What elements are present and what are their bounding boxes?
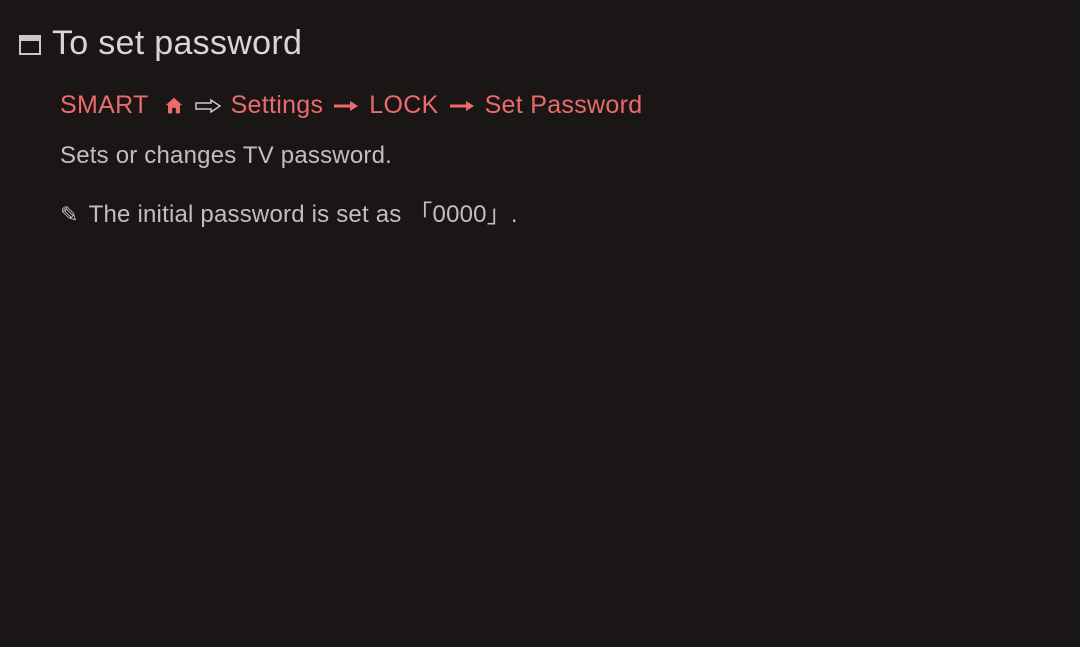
breadcrumb-settings: Settings bbox=[231, 91, 324, 120]
breadcrumb: SMART Settings LOCK bbox=[60, 91, 1060, 120]
breadcrumb-lock: LOCK bbox=[369, 91, 438, 120]
open-bracket: 「 bbox=[408, 201, 432, 228]
heading-row: To set password bbox=[20, 24, 1060, 63]
note-icon: ✎ bbox=[60, 204, 79, 226]
arrow-icon bbox=[449, 99, 475, 113]
page-container: To set password SMART Settings bbox=[0, 0, 1080, 253]
note-prefix: The initial password is set as bbox=[89, 201, 409, 228]
content-area: SMART Settings LOCK bbox=[20, 91, 1060, 229]
breadcrumb-smart: SMART bbox=[60, 91, 149, 120]
arrow-icon bbox=[195, 98, 221, 114]
note-text: The initial password is set as 「0000」. bbox=[89, 194, 518, 229]
section-bullet-icon bbox=[18, 33, 42, 57]
note-row: ✎ The initial password is set as 「0000」. bbox=[60, 194, 1060, 229]
arrow-icon bbox=[333, 99, 359, 113]
page-title: To set password bbox=[52, 24, 302, 63]
note-value: 0000 bbox=[433, 201, 487, 228]
description-text: Sets or changes TV password. bbox=[60, 142, 1060, 170]
home-icon bbox=[163, 95, 185, 117]
breadcrumb-set-password: Set Password bbox=[485, 91, 643, 120]
close-bracket: 」 bbox=[487, 201, 511, 228]
note-suffix: . bbox=[511, 201, 518, 228]
